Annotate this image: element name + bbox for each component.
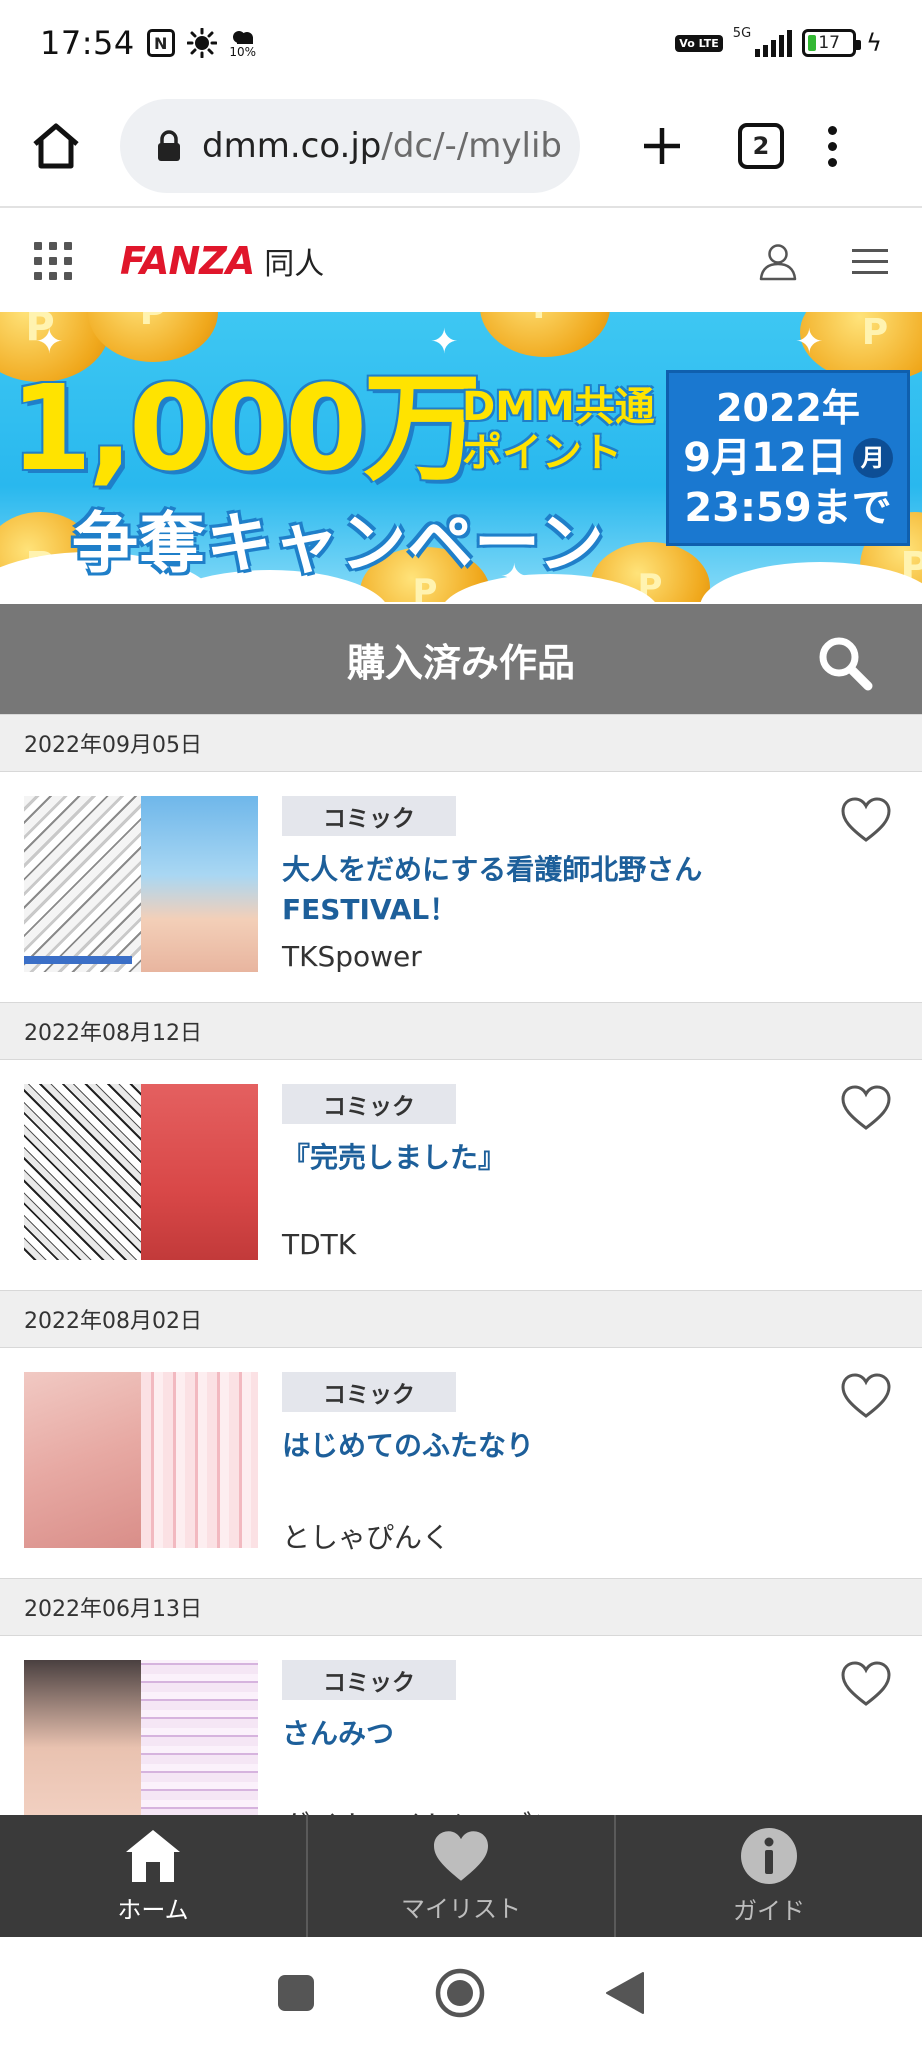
genre-badge: コミック <box>282 1660 456 1700</box>
favorite-heart-icon[interactable] <box>840 1084 892 1132</box>
charging-icon: ϟ <box>866 29 882 57</box>
item-title[interactable]: 『完売しました』 <box>282 1138 782 1178</box>
status-icons-right: Vo LTE 5G 17 ϟ <box>675 25 882 57</box>
status-bar: 17:54 N 10% Vo LTE 5G 17 ϟ <box>0 0 922 86</box>
apps-grid-icon[interactable] <box>34 242 72 280</box>
page-title-bar: 購入済み作品 <box>0 604 922 714</box>
user-account-icon[interactable] <box>758 241 798 281</box>
banner-date: 9月12日 月 <box>683 433 893 483</box>
weather-percent: 10% <box>229 45 257 59</box>
banner-points-text: DMM共通 ポイント <box>462 384 655 476</box>
lock-icon <box>158 130 180 161</box>
url-host: dmm.co.jp <box>202 126 382 166</box>
banner-deadline-time: 23:59まで <box>684 485 892 531</box>
logo-brand: FANZA <box>120 239 255 283</box>
battery-level: 17 <box>818 33 840 53</box>
weather-icon: 10% <box>229 28 257 58</box>
purchase-date-header: 2022年08月02日 <box>0 1290 922 1348</box>
banner-campaign-text: 争奪キャンペーン <box>72 505 605 582</box>
header-actions <box>758 241 888 281</box>
banner-points-line1: DMM共通 <box>462 384 655 430</box>
nav-guide[interactable]: ガイド <box>616 1815 922 1937</box>
favorite-heart-icon[interactable] <box>840 1372 892 1420</box>
bottom-nav: ホーム マイリスト ガイド <box>0 1815 922 1937</box>
item-thumbnail[interactable] <box>24 1084 258 1260</box>
item-author[interactable]: としゃぴんく <box>282 1516 450 1556</box>
site-logo[interactable]: FANZA 同人 <box>120 239 324 283</box>
nav-mylist-label: マイリスト <box>401 1894 521 1923</box>
banner-year: 2022年 <box>716 386 860 430</box>
url-path: /dc/-/mylib <box>381 126 560 166</box>
banner-weekday: 月 <box>852 438 893 478</box>
banner-deadline-box: 2022年 9月12日 月 23:59まで <box>666 370 910 546</box>
status-icons-left: N 10% <box>146 28 257 58</box>
item-thumbnail[interactable] <box>24 796 258 972</box>
more-options-icon[interactable] <box>828 125 837 167</box>
plus-icon <box>644 128 680 164</box>
new-tab-button[interactable] <box>630 114 694 178</box>
item-author[interactable]: TKSpower <box>282 940 422 973</box>
brightness-icon <box>186 28 217 58</box>
back-icon[interactable] <box>605 1971 645 2015</box>
browser-toolbar: dmm.co.jp/dc/-/mylib 2 <box>0 86 922 208</box>
nav-home-label: ホーム <box>117 1895 189 1924</box>
heart-icon <box>434 1830 488 1881</box>
menu-icon[interactable] <box>852 248 888 274</box>
list-item[interactable]: コミック 『完売しました』 TDTK <box>0 1060 922 1290</box>
item-thumbnail[interactable] <box>24 1372 258 1548</box>
purchase-date-header: 2022年08月12日 <box>0 1002 922 1060</box>
campaign-banner[interactable]: P P P P P P P P ✦ ✦ ✦ ✦ 1,000万 DMM共通 ポイン… <box>0 312 922 602</box>
battery-icon: 17 <box>802 29 862 57</box>
genre-badge: コミック <box>282 1084 456 1124</box>
genre-badge: コミック <box>282 796 456 836</box>
genre-badge: コミック <box>282 1372 456 1412</box>
status-time: 17:54 <box>40 24 135 62</box>
recent-apps-icon[interactable] <box>277 1974 315 2012</box>
network-type: 5G <box>732 25 752 41</box>
favorite-heart-icon[interactable] <box>840 1660 892 1708</box>
home-circle-icon[interactable] <box>435 1968 485 2018</box>
logo-sub: 同人 <box>264 247 325 282</box>
item-thumbnail[interactable] <box>24 1660 258 1836</box>
info-icon <box>741 1827 797 1884</box>
home-icon <box>33 123 79 169</box>
purchase-date-header: 2022年06月13日 <box>0 1578 922 1636</box>
banner-amount: 1,000万 <box>10 359 481 497</box>
nav-home[interactable]: ホーム <box>0 1815 308 1937</box>
nav-guide-label: ガイド <box>733 1896 805 1925</box>
page-title: 購入済み作品 <box>346 640 575 685</box>
banner-points-line2: ポイント <box>462 430 622 476</box>
tab-switcher-button[interactable]: 2 <box>738 123 784 169</box>
nfc-icon: N <box>146 29 175 57</box>
banner-day: 9月12日 <box>683 435 847 481</box>
item-title[interactable]: はじめてのふたなり <box>282 1426 782 1466</box>
signal-icon <box>755 29 793 57</box>
nav-mylist[interactable]: マイリスト <box>308 1815 616 1937</box>
favorite-heart-icon[interactable] <box>840 796 892 844</box>
browser-home-button[interactable] <box>24 114 88 178</box>
url-text: dmm.co.jp/dc/-/mylib <box>202 126 560 166</box>
search-icon[interactable] <box>814 632 874 692</box>
volte-icon: Vo LTE <box>675 34 723 52</box>
system-nav-bar <box>0 1937 922 2048</box>
item-title[interactable]: さんみつ <box>282 1714 782 1754</box>
home-icon <box>126 1829 180 1882</box>
address-bar[interactable]: dmm.co.jp/dc/-/mylib <box>120 99 580 193</box>
page: 17:54 N 10% Vo LTE 5G 17 ϟ dmm.co.jp/dc/… <box>0 0 922 2048</box>
list-item[interactable]: コミック はじめてのふたなり としゃぴんく <box>0 1348 922 1578</box>
purchase-date-header: 2022年09月05日 <box>0 714 922 772</box>
item-author[interactable]: TDTK <box>282 1228 356 1261</box>
site-header: FANZA 同人 <box>0 210 922 312</box>
list-item[interactable]: コミック 大人をだめにする看護師北野さんFESTIVAL！ TKSpower <box>0 772 922 1002</box>
item-title[interactable]: 大人をだめにする看護師北野さんFESTIVAL！ <box>282 850 782 930</box>
